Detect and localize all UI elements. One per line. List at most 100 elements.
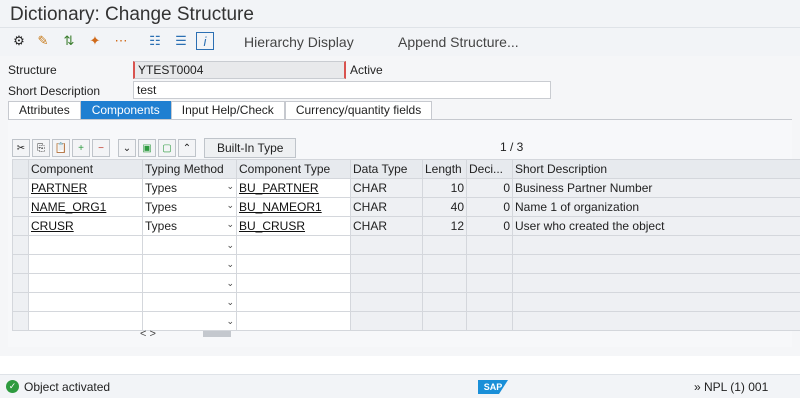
component-type-cell[interactable]: BU_NAMEOR1 (239, 200, 322, 214)
switch-display-change-icon[interactable]: ✎ (34, 32, 52, 50)
system-info[interactable]: » NPL (1) 001 (694, 380, 768, 394)
data-type-cell: CHAR (350, 197, 423, 217)
window-title: Dictionary: Change Structure (10, 4, 254, 25)
select-all-icon[interactable]: ▣ (138, 139, 156, 157)
chevron-down-icon[interactable]: ⌄ (226, 259, 234, 270)
table-header-row: Component Typing Method Component Type D… (12, 159, 800, 179)
row-selector[interactable] (12, 273, 29, 293)
short-description-cell: User who created the object (512, 216, 800, 236)
other-objects-icon[interactable]: ⋯ (112, 32, 130, 50)
empty-row: ⌄ (12, 311, 800, 331)
paste-icon[interactable]: 📋 (52, 139, 70, 157)
component-name-cell[interactable] (28, 254, 143, 274)
component-type-cell[interactable]: BU_PARTNER (239, 181, 319, 195)
deselect-icon[interactable]: ▢ (158, 139, 176, 157)
component-type-cell[interactable] (236, 273, 351, 293)
success-check-icon: ✓ (6, 380, 19, 393)
row-selector[interactable] (12, 292, 29, 312)
select-all-cell[interactable] (12, 159, 29, 179)
component-name-cell[interactable] (28, 273, 143, 293)
built-in-type-button[interactable]: Built-In Type (204, 138, 297, 158)
row-selector[interactable] (12, 235, 29, 255)
component-name-cell[interactable]: CRUSR (31, 219, 74, 233)
column-header-data-type[interactable]: Data Type (350, 159, 423, 179)
decimals-cell: 0 (466, 178, 513, 198)
column-header-short-description[interactable]: Short Description (512, 159, 800, 179)
table-row: NAME_ORG1 Types ⌄ BU_NAMEOR1 CHAR 40 0 Na… (12, 197, 800, 217)
row-selector[interactable] (12, 254, 29, 274)
component-name-cell[interactable] (28, 235, 143, 255)
column-header-length[interactable]: Length (422, 159, 467, 179)
table-row: CRUSR Types ⌄ BU_CRUSR CHAR 12 0 User who… (12, 216, 800, 236)
typing-method-cell[interactable]: Types ⌄ (142, 178, 237, 198)
hierarchy-display-button[interactable]: Hierarchy Display (244, 34, 354, 50)
components-table: Component Typing Method Component Type D… (12, 159, 800, 331)
short-description-cell: Name 1 of organization (512, 197, 800, 217)
typing-method-cell[interactable]: Types ⌄ (142, 197, 237, 217)
scroll-arrows[interactable]: < > (140, 328, 156, 340)
typing-method-cell[interactable]: Types ⌄ (142, 216, 237, 236)
horizontal-scrollbar[interactable]: < > (140, 328, 231, 340)
chevron-down-icon[interactable]: ⌄ (226, 240, 234, 251)
delete-row-icon[interactable]: − (92, 139, 110, 157)
wand-icon[interactable]: ✦ (86, 32, 104, 50)
component-type-cell[interactable] (236, 311, 351, 331)
chevron-down-icon[interactable]: ⌄ (226, 200, 234, 211)
data-type-cell: CHAR (350, 178, 423, 198)
stack-icon[interactable]: ☰ (172, 32, 190, 50)
application-toolbar: ⚙ ✎ ⇅ ✦ ⋯ ☷ ☰ i Hierarchy Display Append… (0, 28, 800, 56)
empty-row: ⌄ (12, 254, 800, 274)
status-bar: ✓ Object activated SAP » NPL (1) 001 (0, 374, 800, 398)
sap-logo: SAP (478, 380, 508, 394)
copy-icon[interactable]: ⎘ (32, 139, 50, 157)
component-name-cell[interactable] (28, 292, 143, 312)
append-structure-button[interactable]: Append Structure... (398, 34, 519, 50)
component-name-cell[interactable]: PARTNER (31, 181, 87, 195)
tab-components[interactable]: Components (80, 101, 171, 119)
scroll-thumb[interactable] (202, 331, 231, 338)
table-toolbar: ✂ ⎘ 📋 + − ⌄ ▣ ▢ ⌃ Built-In Type (12, 137, 297, 159)
insert-row-icon[interactable]: + (72, 139, 90, 157)
component-name-cell[interactable]: NAME_ORG1 (31, 200, 106, 214)
component-type-cell[interactable]: BU_CRUSR (239, 219, 305, 233)
collapse-up-icon[interactable]: ⌃ (178, 139, 196, 157)
chevron-down-icon[interactable]: ⌄ (226, 297, 234, 308)
row-selector[interactable] (12, 178, 29, 198)
tab-attributes[interactable]: Attributes (8, 101, 81, 119)
where-used-icon[interactable]: ⇅ (60, 32, 78, 50)
info-icon[interactable]: i (196, 32, 214, 50)
typing-method-cell[interactable]: ⌄ (142, 235, 237, 255)
cut-icon[interactable]: ✂ (12, 139, 30, 157)
row-selector[interactable] (12, 311, 29, 331)
component-type-cell[interactable] (236, 235, 351, 255)
other-object-icon[interactable]: ⚙ (10, 32, 28, 50)
row-selector[interactable] (12, 216, 29, 236)
column-header-component[interactable]: Component (28, 159, 143, 179)
empty-row: ⌄ (12, 292, 800, 312)
expand-down-icon[interactable]: ⌄ (118, 139, 136, 157)
empty-row: ⌄ (12, 235, 800, 255)
table-row: PARTNER Types ⌄ BU_PARTNER CHAR 10 0 Busi… (12, 178, 800, 198)
tab-input-help-check[interactable]: Input Help/Check (170, 101, 285, 119)
column-header-component-type[interactable]: Component Type (236, 159, 351, 179)
short-description-field[interactable]: test (133, 81, 551, 99)
typing-method-cell[interactable]: ⌄ (142, 292, 237, 312)
component-type-cell[interactable] (236, 254, 351, 274)
length-cell: 12 (422, 216, 467, 236)
component-name-cell[interactable] (28, 311, 143, 331)
tab-currency-quantity-fields[interactable]: Currency/quantity fields (284, 101, 433, 119)
pager: 1 / 3 (500, 140, 524, 154)
chevron-down-icon[interactable]: ⌄ (226, 219, 234, 230)
component-type-cell[interactable] (236, 292, 351, 312)
empty-row: ⌄ (12, 273, 800, 293)
typing-method-cell[interactable]: ⌄ (142, 254, 237, 274)
column-header-typing-method[interactable]: Typing Method (142, 159, 237, 179)
typing-method-cell[interactable]: ⌄ (142, 273, 237, 293)
chevron-down-icon[interactable]: ⌄ (226, 278, 234, 289)
chevron-down-icon[interactable]: ⌄ (226, 316, 234, 327)
column-header-decimals[interactable]: Deci... (466, 159, 513, 179)
structure-field[interactable]: YTEST0004 (133, 61, 346, 79)
chevron-down-icon[interactable]: ⌄ (226, 181, 234, 192)
row-selector[interactable] (12, 197, 29, 217)
hierarchy-icon[interactable]: ☷ (146, 32, 164, 50)
